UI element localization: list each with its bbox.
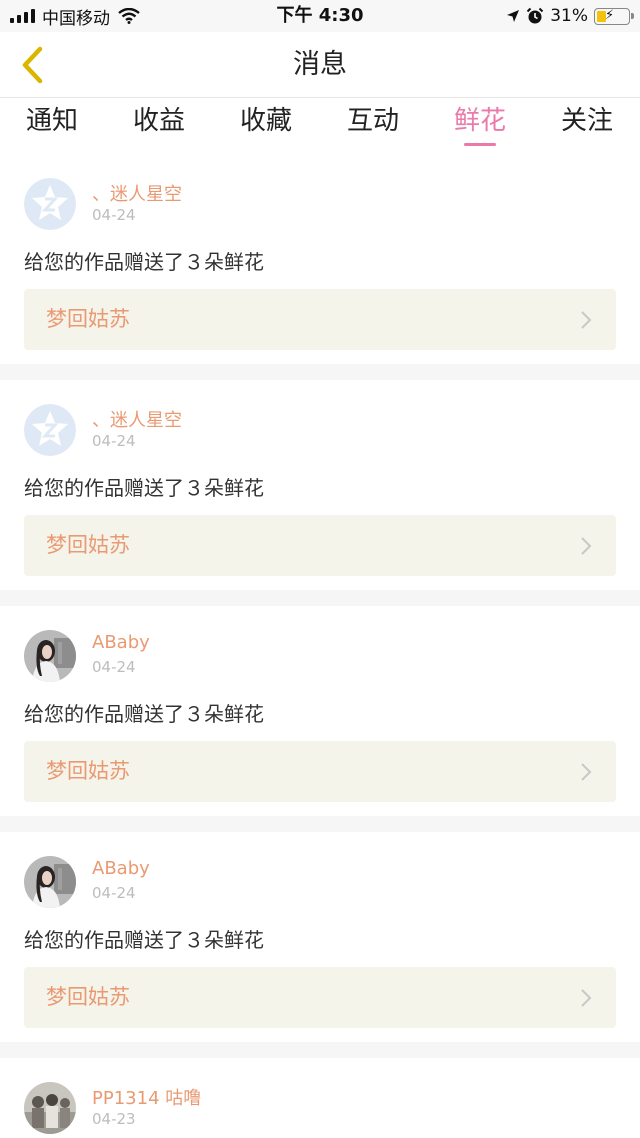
sender-name[interactable]: PP1314 咕噜 [92, 1084, 201, 1110]
status-bar: 中国移动 下午 4:30 31% ⚡ [0, 0, 640, 32]
sender-name[interactable]: ABaby [92, 858, 150, 879]
avatar[interactable] [24, 404, 76, 456]
status-right: 31% ⚡ [506, 0, 634, 32]
default-avatar-icon [24, 404, 76, 456]
tab-label: 通知 [25, 106, 78, 136]
message-card: 、迷人星空 04-24 给您的作品赠送了３朵鲜花 梦回姑苏 [0, 154, 640, 364]
tab-interactions[interactable]: 互动 [323, 98, 423, 154]
photo-avatar-icon [24, 856, 76, 908]
default-avatar-icon [24, 178, 76, 230]
work-link[interactable]: 梦回姑苏 [24, 967, 616, 1028]
chevron-right-icon [581, 537, 592, 555]
navigation-bar: 消息 [0, 32, 640, 98]
tab-label: 互动 [346, 106, 399, 136]
tab-label: 收益 [132, 106, 185, 136]
tab-earnings[interactable]: 收益 [109, 98, 209, 154]
alarm-icon [526, 7, 544, 24]
message-card: 、迷人星空 04-24 给您的作品赠送了３朵鲜花 梦回姑苏 [0, 380, 640, 590]
work-title: 梦回姑苏 [46, 533, 130, 557]
back-button[interactable] [12, 44, 52, 86]
tab-bar: 通知 收益 收藏 互动 鲜花 关注 [0, 98, 640, 154]
tab-favorites[interactable]: 收藏 [216, 98, 316, 154]
work-title: 梦回姑苏 [46, 307, 130, 331]
chevron-left-icon [22, 46, 43, 84]
carrier-label: 中国移动 [42, 8, 110, 29]
message-card: ABaby 04-24 给您的作品赠送了３朵鲜花 梦回姑苏 [0, 832, 640, 1042]
message-date: 04-24 [92, 432, 136, 450]
tab-label: 收藏 [239, 106, 292, 136]
work-link[interactable]: 梦回姑苏 [24, 741, 616, 802]
wifi-icon [118, 8, 140, 24]
message-text: 给您的作品赠送了３朵鲜花 [24, 250, 264, 274]
sender-name[interactable]: 、迷人星空 [92, 180, 182, 206]
tab-label: 关注 [560, 106, 613, 136]
work-title: 梦回姑苏 [46, 985, 130, 1009]
avatar[interactable] [24, 630, 76, 682]
message-card: PP1314 咕噜 04-23 [0, 1058, 640, 1138]
chevron-right-icon [581, 763, 592, 781]
message-date: 04-24 [92, 884, 136, 902]
signal-icon [10, 9, 35, 23]
chevron-right-icon [581, 989, 592, 1007]
photo-avatar-icon [24, 630, 76, 682]
status-left: 中国移动 [10, 0, 140, 32]
tab-label: 鲜花 [453, 106, 506, 136]
work-link[interactable]: 梦回姑苏 [24, 515, 616, 576]
avatar[interactable] [24, 1082, 76, 1134]
message-text: 给您的作品赠送了３朵鲜花 [24, 928, 264, 952]
active-tab-indicator [464, 143, 496, 146]
tab-following[interactable]: 关注 [537, 98, 637, 154]
message-date: 04-23 [92, 1110, 136, 1128]
chevron-right-icon [581, 311, 592, 329]
sender-name[interactable]: 、迷人星空 [92, 406, 182, 432]
message-date: 04-24 [92, 658, 136, 676]
avatar[interactable] [24, 178, 76, 230]
avatar[interactable] [24, 856, 76, 908]
message-text: 给您的作品赠送了３朵鲜花 [24, 476, 264, 500]
sender-name[interactable]: ABaby [92, 632, 150, 653]
page-title: 消息 [293, 49, 347, 80]
message-card: ABaby 04-24 给您的作品赠送了３朵鲜花 梦回姑苏 [0, 606, 640, 816]
location-icon [507, 10, 520, 22]
tab-flowers[interactable]: 鲜花 [430, 98, 530, 154]
message-text: 给您的作品赠送了３朵鲜花 [24, 702, 264, 726]
work-link[interactable]: 梦回姑苏 [24, 289, 616, 350]
message-date: 04-24 [92, 206, 136, 224]
photo-avatar-icon [24, 1082, 76, 1134]
battery-icon: ⚡ [594, 7, 634, 25]
tab-notifications[interactable]: 通知 [2, 98, 102, 154]
work-title: 梦回姑苏 [46, 759, 130, 783]
battery-percent: 31% [550, 6, 588, 26]
